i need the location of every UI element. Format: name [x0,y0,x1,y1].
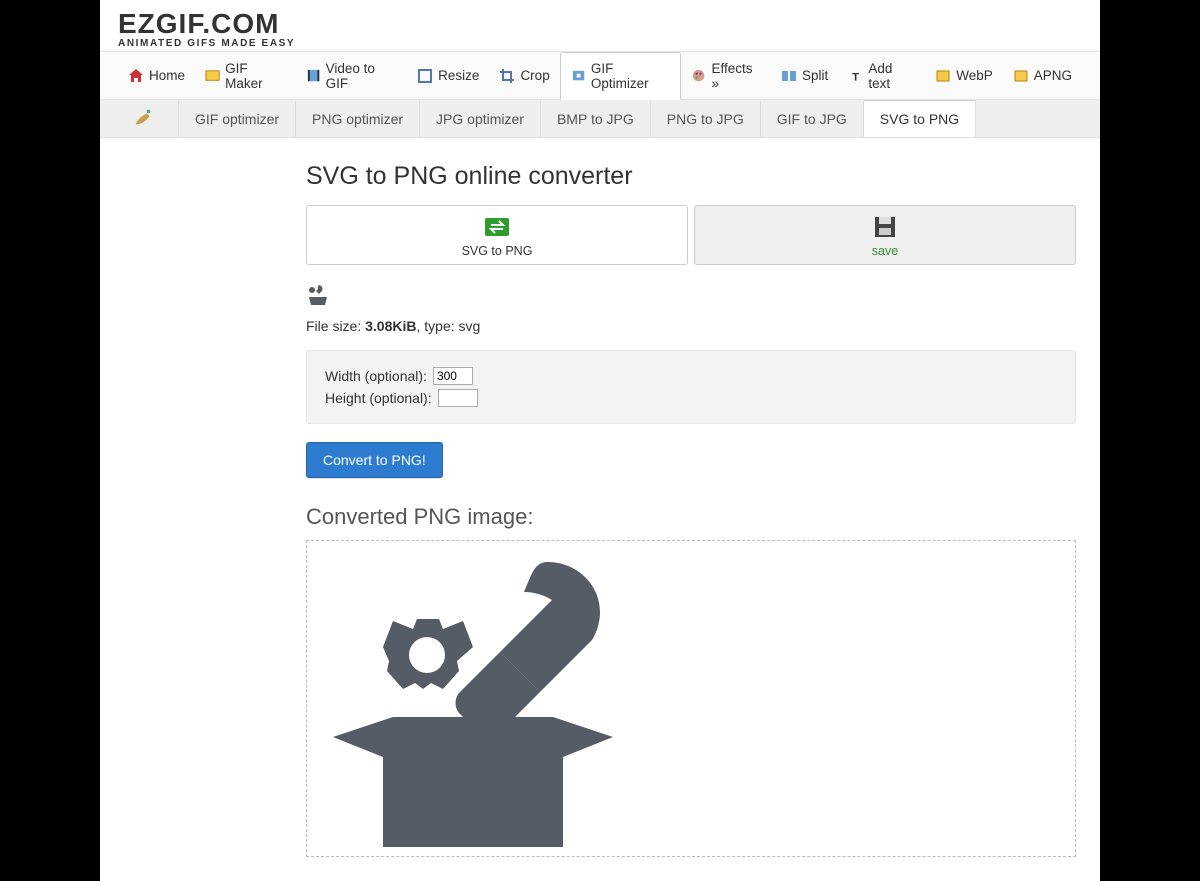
main-content: SVG to PNG online converter SVG to PNG s… [100,138,1100,881]
card-svg-to-png[interactable]: SVG to PNG [306,205,688,265]
nav-webp[interactable]: WebP [925,60,1003,92]
nav-gif-maker[interactable]: GIF Maker [195,53,295,99]
primary-nav: Home GIF Maker Video to GIF Resize Crop … [100,51,1100,100]
options-form: Width (optional): Height (optional): [306,350,1076,424]
optimizer-icon [571,68,586,84]
file-type: , type: svg [416,318,480,334]
tab-gif-to-jpg[interactable]: GIF to JPG [761,101,864,137]
logo-tagline: ANIMATED GIFS MADE EASY [118,38,1082,49]
action-cards: SVG to PNG save [306,205,1076,265]
height-input[interactable] [438,389,478,407]
apng-icon [1013,68,1029,84]
result-title: Converted PNG image: [306,504,1076,530]
home-icon [128,68,144,84]
brush-icon [108,100,179,137]
tab-gif-optimizer[interactable]: GIF optimizer [179,101,296,137]
split-icon [781,68,797,84]
text-icon: T [848,68,863,84]
convert-icon [483,214,511,240]
nav-gif-optimizer[interactable]: GIF Optimizer [560,52,682,100]
logo-text: EZGIF.COM [118,8,1082,40]
card-svg-to-png-label: SVG to PNG [311,244,683,258]
nav-resize[interactable]: Resize [407,60,489,92]
resize-icon [417,68,433,84]
tab-png-optimizer[interactable]: PNG optimizer [296,101,420,137]
width-input[interactable] [433,367,473,385]
tab-svg-to-png[interactable]: SVG to PNG [864,100,976,137]
source-thumbnail [306,283,1076,308]
nav-crop[interactable]: Crop [489,60,559,92]
tab-png-to-jpg[interactable]: PNG to JPG [651,101,761,137]
nav-split[interactable]: Split [771,60,838,92]
result-image [313,547,633,847]
palette-icon [691,68,706,84]
svg-text:T: T [852,71,859,83]
page-title: SVG to PNG online converter [306,162,1076,191]
secondary-nav: GIF optimizer PNG optimizer JPG optimize… [100,100,1100,138]
tab-jpg-optimizer[interactable]: JPG optimizer [420,101,541,137]
card-save-label: save [699,244,1071,258]
frames-icon [205,68,220,84]
site-header: EZGIF.COM ANIMATED GIFS MADE EASY [100,0,1100,51]
nav-video-to-gif[interactable]: Video to GIF [296,53,408,99]
width-label: Width (optional): [325,368,427,384]
card-save[interactable]: save [694,205,1076,265]
file-size-label: File size: [306,318,365,334]
tab-bmp-to-jpg[interactable]: BMP to JPG [541,101,651,137]
file-meta: File size: 3.08KiB, type: svg [306,318,1076,334]
nav-effects[interactable]: Effects » [681,53,771,99]
convert-button[interactable]: Convert to PNG! [306,442,443,478]
result-box [306,540,1076,857]
nav-apng[interactable]: APNG [1003,60,1082,92]
nav-add-text[interactable]: TAdd text [838,53,925,99]
film-icon [306,68,321,84]
height-label: Height (optional): [325,390,432,406]
file-size-value: 3.08KiB [365,318,416,334]
nav-home[interactable]: Home [118,60,195,92]
crop-icon [499,68,515,84]
webp-icon [935,68,951,84]
save-icon [871,214,899,240]
